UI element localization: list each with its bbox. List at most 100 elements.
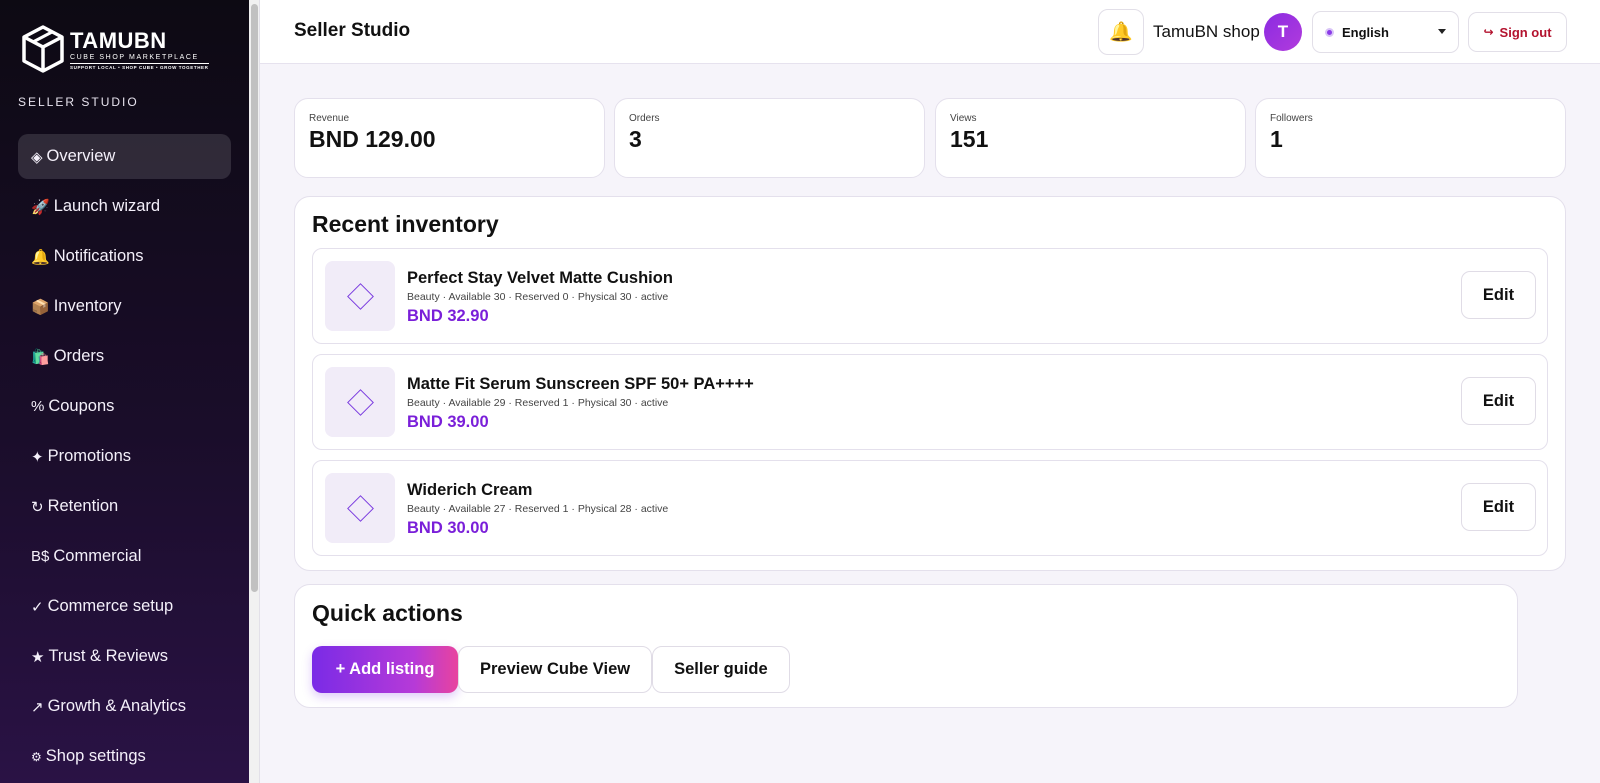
add-listing-button[interactable]: + Add listing	[312, 646, 458, 693]
diamond-placeholder-icon	[346, 388, 374, 416]
sidebar-item-label: Overview	[46, 147, 116, 165]
product-thumbnail	[325, 261, 395, 331]
avatar[interactable]: T	[1264, 13, 1302, 51]
stat-label: Followers	[1270, 113, 1313, 124]
stat-card-revenue: Revenue BND 129.00	[294, 98, 605, 178]
sidebar-item-label: Commerce setup	[47, 597, 174, 615]
stat-value: 3	[629, 126, 642, 152]
section-title: Recent inventory	[312, 211, 499, 237]
section-title: Quick actions	[312, 600, 463, 626]
cube-logo-icon	[22, 25, 64, 73]
rocket-icon: 🚀	[31, 198, 50, 216]
star-icon: ★	[31, 648, 45, 666]
brand-tagline: SUPPORT LOCAL • SHOP CUBE • GROW TOGETHE…	[70, 65, 209, 70]
product-price: BND 30.00	[407, 519, 489, 537]
recent-inventory-card: Recent inventory Perfect Stay Velvet Mat…	[294, 196, 1566, 571]
refresh-icon: ↻	[31, 498, 44, 516]
product-meta: Beauty · Available 30 · Reserved 0 · Phy…	[407, 291, 669, 303]
stat-label: Revenue	[309, 113, 350, 124]
product-thumbnail	[325, 367, 395, 437]
language-select[interactable]: English	[1312, 11, 1459, 53]
sidebar-item-inventory[interactable]: 📦 Inventory	[18, 284, 231, 329]
preview-cube-view-button[interactable]: Preview Cube View	[458, 646, 653, 693]
sidebar-item-label: Promotions	[47, 447, 132, 465]
edit-button[interactable]: Edit	[1461, 271, 1536, 319]
sidebar-item-growth-analytics[interactable]: ↗ Growth & Analytics	[18, 684, 231, 729]
sidebar-nav: ◈ Overview 🚀 Launch wizard 🔔 Notificatio…	[18, 134, 231, 783]
sidebar-item-label: Growth & Analytics	[47, 697, 187, 715]
quick-actions-card: Quick actions + Add listing Preview Cube…	[294, 584, 1518, 708]
inventory-row: Perfect Stay Velvet Matte Cushion Beauty…	[312, 248, 1548, 344]
sidebar-item-trust-reviews[interactable]: ★ Trust & Reviews	[18, 634, 231, 679]
stat-value: BND 129.00	[309, 126, 436, 152]
sidebar-item-overview[interactable]: ◈ Overview	[18, 134, 231, 179]
sidebar-item-label: Trust & Reviews	[48, 647, 168, 665]
inventory-row: Widerich Cream Beauty · Available 27 · R…	[312, 460, 1548, 556]
sidebar-item-retention[interactable]: ↻ Retention	[18, 484, 231, 529]
sidebar-item-label: Inventory	[53, 297, 122, 315]
stat-value: 1	[1270, 126, 1283, 152]
product-name: Perfect Stay Velvet Matte Cushion	[407, 269, 673, 287]
sidebar-scrollbar[interactable]	[249, 0, 260, 783]
gear-icon: ⚙	[31, 749, 42, 764]
product-price: BND 32.90	[407, 307, 489, 325]
sidebar-item-label: Retention	[47, 497, 119, 515]
sidebar-item-launch-wizard[interactable]: 🚀 Launch wizard	[18, 184, 231, 229]
sidebar-item-notifications[interactable]: 🔔 Notifications	[18, 234, 231, 279]
edit-button[interactable]: Edit	[1461, 377, 1536, 425]
stat-card-followers: Followers 1	[1255, 98, 1566, 178]
product-meta: Beauty · Available 27 · Reserved 1 · Phy…	[407, 503, 669, 515]
diamond-placeholder-icon	[346, 282, 374, 310]
brand-logo[interactable]: TAMUBN CUBE SHOP MARKETPLACE SUPPORT LOC…	[20, 24, 209, 74]
sidebar-item-label: Launch wizard	[53, 197, 161, 215]
sidebar-item-label: Commercial	[53, 547, 142, 565]
stat-card-orders: Orders 3	[614, 98, 925, 178]
percent-icon: %	[31, 398, 45, 415]
stat-card-views: Views 151	[935, 98, 1246, 178]
overview-icon: ◈	[31, 148, 43, 166]
sidebar-item-label: Orders	[53, 347, 105, 365]
chevron-down-icon	[1438, 29, 1446, 34]
checkmark-icon: ✓	[31, 598, 44, 616]
sidebar-section-label: SELLER STUDIO	[18, 95, 139, 109]
sidebar-item-commerce-setup[interactable]: ✓ Commerce setup	[18, 584, 231, 629]
product-price: BND 39.00	[407, 413, 489, 431]
sign-out-icon: ↪	[1483, 25, 1494, 39]
language-value: English	[1342, 24, 1389, 40]
product-name: Widerich Cream	[407, 481, 533, 499]
sparkle-icon: ✦	[31, 448, 44, 466]
package-icon: 📦	[31, 298, 50, 316]
sidebar-item-label: Coupons	[48, 397, 115, 415]
trend-arrow-icon: ↗	[31, 698, 44, 716]
sidebar-item-label: Shop settings	[45, 747, 146, 765]
edit-button[interactable]: Edit	[1461, 483, 1536, 531]
sign-out-button[interactable]: ↪ Sign out	[1468, 12, 1567, 52]
sidebar-item-promotions[interactable]: ✦ Promotions	[18, 434, 231, 479]
product-name: Matte Fit Serum Sunscreen SPF 50+ PA++++	[407, 375, 754, 393]
shop-name: TamuBN shop	[1153, 22, 1260, 41]
sidebar-item-shop-settings[interactable]: ⚙ Shop settings	[18, 734, 231, 779]
currency-icon: B$	[31, 548, 50, 565]
stat-value: 151	[950, 126, 989, 152]
brand-subtitle: CUBE SHOP MARKETPLACE	[70, 53, 209, 64]
sign-out-label: Sign out	[1499, 24, 1552, 40]
sidebar-item-orders[interactable]: 🛍️ Orders	[18, 334, 231, 379]
product-thumbnail	[325, 473, 395, 543]
shopping-bags-icon: 🛍️	[31, 348, 50, 366]
scrollbar-thumb[interactable]	[251, 4, 258, 592]
diamond-placeholder-icon	[346, 494, 374, 522]
bell-icon: 🔔	[1109, 22, 1133, 43]
seller-guide-button[interactable]: Seller guide	[652, 646, 790, 693]
product-meta: Beauty · Available 29 · Reserved 1 · Phy…	[407, 397, 669, 409]
stat-label: Orders	[629, 113, 660, 124]
page-title: Seller Studio	[294, 20, 411, 41]
inventory-row: Matte Fit Serum Sunscreen SPF 50+ PA++++…	[312, 354, 1548, 450]
top-header: Seller Studio 🔔 TamuBN shop T English ↪ …	[260, 0, 1600, 64]
stat-label: Views	[950, 113, 977, 124]
quick-actions-buttons: + Add listing Preview Cube View Seller g…	[312, 646, 790, 693]
language-dot-icon	[1325, 27, 1334, 37]
notifications-button[interactable]: 🔔	[1098, 9, 1144, 55]
sidebar-item-commercial[interactable]: B$ Commercial	[18, 534, 231, 579]
sidebar-item-coupons[interactable]: % Coupons	[18, 384, 231, 429]
sidebar-item-label: Notifications	[53, 247, 144, 265]
